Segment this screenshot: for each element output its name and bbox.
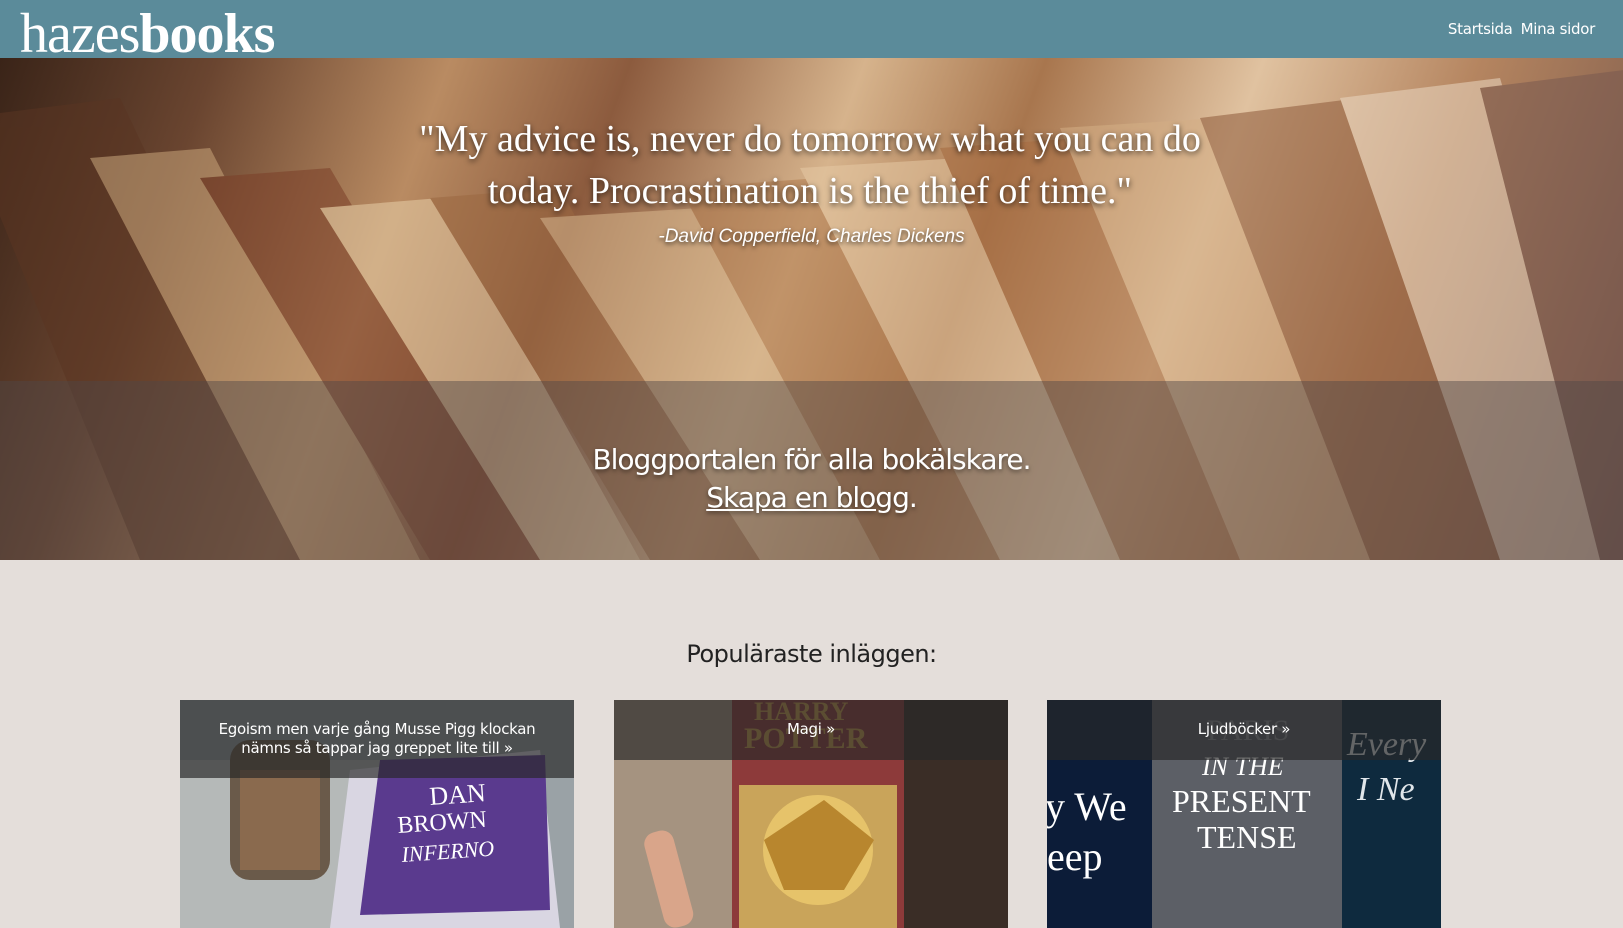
tagline-band: Bloggportalen för alla bokälskare. Skapa… [0,381,1623,560]
cta-line: Skapa en blogg. [0,479,1623,517]
nav-mina-sidor-link[interactable]: Mina sidor [1521,20,1596,38]
book1-cover-text: y We [1047,784,1127,829]
book1-cover-text-2: eep [1047,834,1103,879]
logo-light-text: hazes [20,3,140,65]
post-caption[interactable]: Egoism men varje gång Musse Pigg klockan… [180,700,574,778]
site-logo[interactable]: hazesbooks [20,3,275,65]
popular-post-card[interactable]: DAN BROWN INFERNO Egoism men varje gång … [180,700,574,928]
create-blog-link[interactable]: Skapa en blogg [706,481,910,514]
nav-startsida-link[interactable]: Startsida [1448,20,1513,38]
cta-suffix: . [908,481,918,514]
popular-posts-title: Populäraste inläggen: [686,640,937,668]
hero-banner: "My advice is, never do tomorrow what yo… [0,58,1623,560]
main-nav: Startsida Mina sidor [1448,20,1595,38]
tagline-block: Bloggportalen för alla bokälskare. Skapa… [0,441,1623,517]
inferno-cover-author: DAN [428,778,486,811]
post-caption[interactable]: Ljudböcker » [1047,700,1441,760]
hero-quote: "My advice is, never do tomorrow what yo… [419,118,1201,212]
top-navigation-bar: hazesbooks Startsida Mina sidor [0,0,1623,62]
logo-bold-text: books [139,3,275,65]
popular-post-card[interactable]: y We eep PARIS IN THE PRESENT TENSE Ever… [1047,700,1441,928]
post-caption[interactable]: Magi » [614,700,1008,760]
tagline-text: Bloggportalen för alla bokälskare. [592,443,1031,476]
popular-post-card[interactable]: HARRY POTTER Magi » [614,700,1008,928]
paris-cover-line3: PRESENT [1172,783,1311,819]
book3-cover-text-2: I Ne [1356,771,1415,808]
quote-author: -David Copperfield, Charles Dickens [658,226,965,247]
paris-cover-line4: TENSE [1197,819,1297,855]
